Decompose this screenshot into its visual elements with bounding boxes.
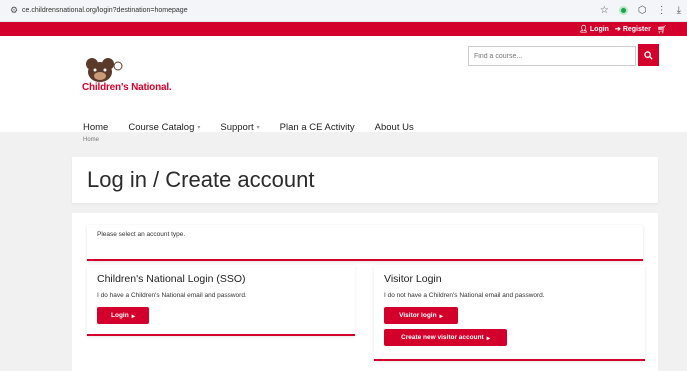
chevron-down-icon: ▾ — [197, 125, 201, 131]
visitor-description: I do not have a Children's National emai… — [384, 292, 545, 299]
sso-login-button[interactable]: Login ▸ — [97, 307, 149, 324]
account-type-prompt: Please select an account type. — [97, 231, 186, 238]
sso-login-button-label: Login — [111, 312, 129, 319]
nav-item-label: About Us — [374, 122, 414, 133]
sso-description: I do have a Children's National email an… — [97, 292, 247, 299]
main-nav: Home Course Catalog ▾ Support ▾ Plan a C… — [83, 122, 414, 133]
login-link-label: Login — [589, 25, 609, 33]
nav-item-label: Home — [83, 122, 109, 133]
visitor-login-button-label: Visitor login — [399, 312, 437, 319]
visitor-login-button[interactable]: Visitor login ▸ — [384, 307, 458, 324]
bear-logo-icon — [86, 58, 123, 82]
account-type-prompt-box: Please select an account type. — [87, 225, 643, 261]
browser-address-bar: ⚙ ce.childrensnational.org/login?destina… — [0, 0, 687, 22]
star-icon[interactable]: ☆ — [600, 5, 609, 16]
user-icon: 👤︎ — [579, 26, 588, 33]
utility-bar: 👤︎ Login ➔ Register 🛒︎ — [0, 22, 687, 36]
page-title: Log in / Create account — [87, 167, 315, 192]
puzzle-icon[interactable]: ⬡ — [638, 5, 647, 16]
visitor-heading: Visitor Login — [384, 273, 442, 285]
search-icon — [644, 50, 653, 60]
site-header: Children's National. Home Course Catalog… — [0, 36, 687, 133]
search-button[interactable] — [638, 44, 659, 66]
nav-item-support[interactable]: Support ▾ — [220, 122, 259, 133]
breadcrumb[interactable]: Home — [83, 137, 99, 143]
tune-icon[interactable]: ⚙ — [6, 5, 22, 16]
sso-heading: Children's National Login (SSO) — [97, 273, 246, 285]
logo-text: Children's National. — [82, 82, 172, 93]
chevron-right-icon: ▸ — [439, 312, 443, 320]
main-content: Home Log in / Create account Please sele… — [0, 133, 687, 371]
course-search-input[interactable] — [468, 46, 636, 66]
extension-icon[interactable] — [618, 6, 628, 15]
register-link[interactable]: ➔ Register — [614, 25, 651, 34]
register-link-label: Register — [622, 25, 651, 33]
childrens-national-logo[interactable]: Children's National. — [82, 54, 182, 96]
sso-login-panel: Children's National Login (SSO) I do hav… — [87, 265, 355, 336]
create-visitor-account-button[interactable]: Create new visitor account ▸ — [384, 329, 507, 346]
visitor-login-panel: Visitor Login I do not have a Children's… — [374, 265, 645, 361]
account-type-card: Please select an account type. Children'… — [72, 213, 658, 371]
nav-item-course-catalog[interactable]: Course Catalog ▾ — [128, 122, 200, 133]
login-link[interactable]: 👤︎ Login — [579, 25, 609, 34]
chevron-down-icon: ▾ — [256, 125, 260, 131]
browser-toolbar: ☆ ⬡ ⋮ ⤓ — [600, 5, 681, 16]
menu-icon[interactable]: ⋮ — [657, 5, 667, 16]
nav-item-label: Course Catalog — [128, 122, 195, 133]
nav-item-about-us[interactable]: About Us — [375, 122, 414, 133]
register-icon: ➔ — [614, 26, 621, 33]
download-icon[interactable]: ⤓ — [677, 5, 681, 16]
url-text[interactable]: ce.childrensnational.org/login?destinati… — [22, 7, 188, 14]
url-field[interactable]: ⚙ ce.childrensnational.org/login?destina… — [6, 3, 600, 19]
cart-icon[interactable]: 🛒︎ — [657, 25, 667, 34]
nav-item-home[interactable]: Home — [83, 122, 108, 133]
create-visitor-account-label: Create new visitor account — [401, 334, 484, 341]
nav-item-label: Support — [220, 122, 254, 133]
chevron-right-icon: ▸ — [486, 334, 490, 342]
chevron-right-icon: ▸ — [131, 312, 135, 320]
nav-item-plan-ce-activity[interactable]: Plan a CE Activity — [280, 122, 355, 133]
title-card: Log in / Create account — [72, 157, 658, 203]
nav-item-label: Plan a CE Activity — [279, 122, 355, 133]
